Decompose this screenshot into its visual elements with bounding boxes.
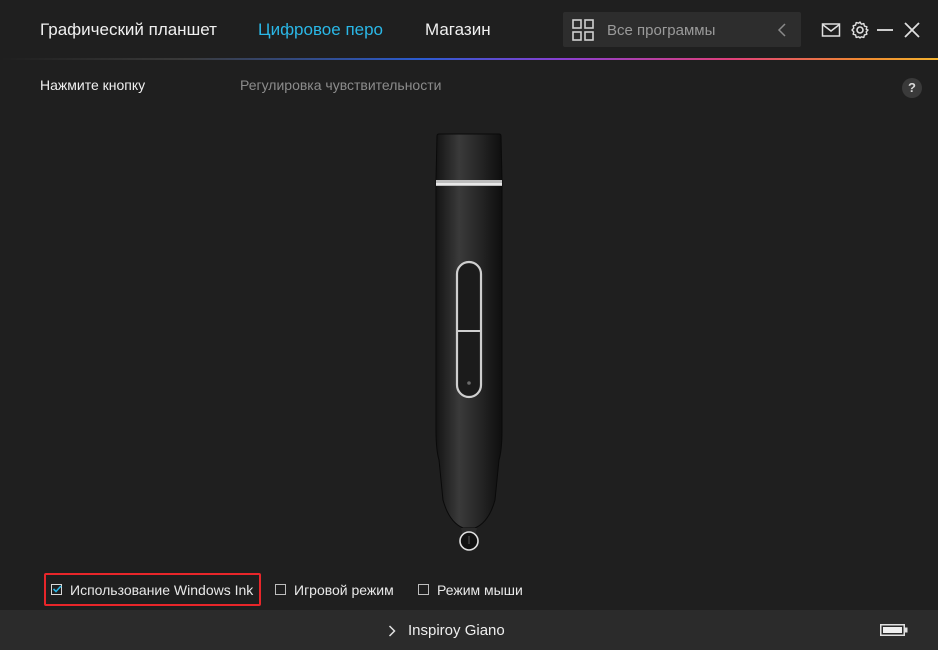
gear-icon[interactable] xyxy=(850,20,870,40)
checkbox-unchecked-icon[interactable] xyxy=(418,584,429,595)
header-gradient-divider xyxy=(0,58,938,60)
chevron-left-icon[interactable] xyxy=(777,23,787,37)
device-selector[interactable]: Inspiroy Giano xyxy=(388,622,505,639)
game-mode-checkbox[interactable]: Игровой режим xyxy=(275,572,394,607)
mail-icon[interactable] xyxy=(821,20,841,40)
subtab-sensitivity[interactable]: Регулировка чувствительности xyxy=(240,77,441,93)
game-mode-label: Игровой режим xyxy=(294,581,394,598)
close-icon[interactable] xyxy=(902,20,922,40)
tab-graphics-tablet[interactable]: Графический планшет xyxy=(40,19,217,41)
minimize-icon[interactable] xyxy=(875,20,895,40)
top-bar: Графический планшет Цифровое перо Магази… xyxy=(0,0,938,58)
search-input[interactable] xyxy=(607,19,767,41)
checkbox-unchecked-icon[interactable] xyxy=(275,584,286,595)
program-search[interactable] xyxy=(563,12,801,47)
help-icon[interactable]: ? xyxy=(902,78,922,98)
windows-ink-label: Использование Windows Ink xyxy=(70,581,254,598)
mouse-mode-checkbox[interactable]: Режим мыши xyxy=(418,572,523,607)
windows-ink-checkbox[interactable]: Использование Windows Ink xyxy=(51,572,253,607)
checkbox-checked-icon[interactable] xyxy=(51,584,62,595)
mouse-mode-label: Режим мыши xyxy=(437,581,523,598)
apps-grid-icon[interactable] xyxy=(572,19,594,41)
subtab-press-button[interactable]: Нажмите кнопку xyxy=(40,77,145,93)
device-name: Inspiroy Giano xyxy=(408,622,505,639)
battery-icon xyxy=(880,624,908,636)
status-bar: Inspiroy Giano xyxy=(0,610,938,650)
tab-store[interactable]: Магазин xyxy=(425,19,491,41)
pen-mode-options: Использование Windows Ink Игровой режим … xyxy=(0,572,938,608)
tab-digital-pen[interactable]: Цифровое перо xyxy=(258,19,383,41)
digital-pen-image xyxy=(435,133,503,551)
chevron-right-icon xyxy=(388,624,396,637)
